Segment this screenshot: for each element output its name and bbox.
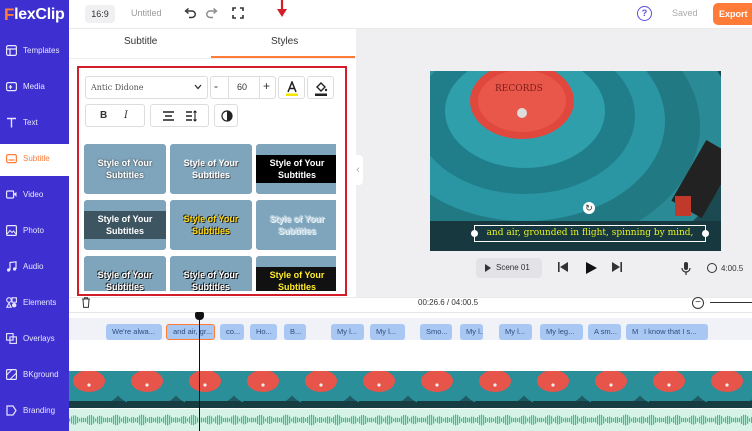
- sidebar-item-media[interactable]: Media: [0, 72, 69, 104]
- tab-divider: [69, 58, 356, 59]
- zoom-slider[interactable]: [710, 302, 752, 303]
- export-button[interactable]: Export: [713, 3, 752, 25]
- sidebar-item-label: Photo: [23, 226, 44, 235]
- saved-status: Saved: [672, 8, 698, 18]
- trash-icon[interactable]: [81, 297, 91, 308]
- logo-mark: F: [4, 5, 15, 24]
- sidebar-item-label: Overlays: [23, 334, 55, 343]
- sidebar-item-label: Templates: [23, 46, 60, 55]
- subtitle-clip[interactable]: My l...: [331, 324, 364, 340]
- collapse-panel-icon[interactable]: ‹: [353, 155, 363, 185]
- video-icon: [6, 189, 17, 200]
- play-button-icon[interactable]: [586, 262, 597, 274]
- subtitle-clip[interactable]: and air, gr...: [166, 324, 215, 340]
- subtitle-text-box[interactable]: and air, grounded in flight, spinning by…: [471, 225, 709, 242]
- elements-icon: [6, 297, 17, 308]
- red-highlight-frame: [77, 66, 347, 296]
- video-thumbnail-strip: [69, 371, 752, 408]
- sidebar-item-templates[interactable]: Templates: [0, 36, 69, 68]
- clock-icon: [707, 263, 717, 273]
- text-icon: [6, 117, 17, 128]
- scene-label: Scene 01: [496, 263, 530, 272]
- undo-icon[interactable]: [183, 6, 197, 20]
- tab-styles[interactable]: Styles: [271, 36, 298, 47]
- video-preview[interactable]: RECORDS: [430, 71, 721, 251]
- redo-icon[interactable]: [205, 6, 219, 20]
- subtitle-clip[interactable]: B...: [284, 324, 306, 340]
- subtitle-clip[interactable]: My l...: [499, 324, 532, 340]
- subtitle-clip[interactable]: My l...: [370, 324, 405, 340]
- branding-icon: [6, 405, 17, 416]
- help-icon[interactable]: ?: [637, 6, 652, 21]
- svg-text:RECORDS: RECORDS: [495, 84, 543, 94]
- sidebar-item-overlays[interactable]: Overlays: [0, 324, 69, 356]
- sidebar-item-photo[interactable]: Photo: [0, 216, 69, 248]
- vinyl-record-image: RECORDS: [430, 71, 721, 251]
- audio-track[interactable]: [69, 409, 752, 431]
- photo-icon: [6, 225, 17, 236]
- play-icon: [485, 264, 491, 272]
- audio-waveform: [69, 414, 752, 426]
- sidebar-item-subtitle[interactable]: Subtitle: [0, 144, 69, 176]
- logo-text: lexClip: [14, 6, 65, 23]
- microphone-icon[interactable]: [681, 262, 691, 275]
- sidebar-item-label: Video: [23, 190, 44, 199]
- subtitle-clip[interactable]: My l...: [460, 324, 483, 340]
- top-bar: 16:9 Untitled ? Saved Export: [69, 0, 752, 29]
- sidebar-item-audio[interactable]: Audio: [0, 252, 69, 284]
- project-title[interactable]: Untitled: [131, 8, 162, 18]
- sidebar-item-text[interactable]: Text: [0, 108, 69, 140]
- sidebar-item-label: Subtitle: [23, 154, 50, 163]
- subtitle-clip[interactable]: I know that I s...: [638, 324, 708, 340]
- total-duration: 4:00.5: [721, 264, 744, 273]
- sidebar-item-bkground[interactable]: BKground: [0, 360, 69, 392]
- next-icon[interactable]: [612, 262, 622, 272]
- subtitle-clip[interactable]: We're alwa...: [106, 324, 162, 340]
- video-track[interactable]: [69, 371, 752, 408]
- aspect-ratio-button[interactable]: 16:9: [85, 5, 115, 23]
- resize-handle-right[interactable]: [702, 230, 709, 237]
- timeline-ruler: [69, 312, 752, 313]
- active-tab-indicator: [211, 56, 355, 58]
- fullscreen-icon[interactable]: [231, 6, 245, 20]
- scene-select-button[interactable]: Scene 01: [476, 258, 542, 278]
- previous-icon[interactable]: [558, 262, 568, 272]
- overlays-icon: [6, 333, 17, 344]
- playhead[interactable]: [199, 314, 200, 431]
- background-icon: [6, 369, 17, 380]
- audio-icon: [6, 261, 17, 272]
- subtitle-clip[interactable]: My leg...: [540, 324, 583, 340]
- subtitle-clip[interactable]: Ho...: [250, 324, 277, 340]
- sidebar-item-label: Media: [23, 82, 45, 91]
- rotate-handle-icon[interactable]: ↻: [583, 202, 595, 214]
- subtitle-clip[interactable]: Smo...: [420, 324, 452, 340]
- resize-handle-left[interactable]: [471, 230, 478, 237]
- time-code: 00:26.6 / 04:00.5: [418, 298, 479, 307]
- sidebar-item-label: Text: [23, 118, 38, 127]
- playhead-handle[interactable]: [195, 312, 204, 320]
- sidebar-item-label: Branding: [23, 406, 56, 415]
- sidebar-item-video[interactable]: Video: [0, 180, 69, 212]
- subtitle-icon: [6, 153, 17, 164]
- sidebar-item-elements[interactable]: Elements: [0, 288, 69, 320]
- subtitle-preview-text: and air, grounded in flight, spinning by…: [486, 228, 694, 238]
- flexclip-logo[interactable]: FlexClip: [4, 5, 65, 25]
- tab-subtitle[interactable]: Subtitle: [124, 36, 157, 47]
- sidebar-item-label: Elements: [23, 298, 57, 307]
- zoom-out-icon[interactable]: −: [692, 297, 704, 309]
- subtitle-clip[interactable]: co...: [220, 324, 244, 340]
- red-arrow-annotation: [277, 0, 287, 17]
- sidebar-item-label: Audio: [23, 262, 44, 271]
- sidebar-item-label: BKground: [23, 370, 59, 379]
- subtitle-clip[interactable]: A sm...: [588, 324, 621, 340]
- templates-icon: [6, 45, 17, 56]
- sidebar-item-branding[interactable]: Branding: [0, 396, 69, 428]
- media-icon: [6, 81, 17, 92]
